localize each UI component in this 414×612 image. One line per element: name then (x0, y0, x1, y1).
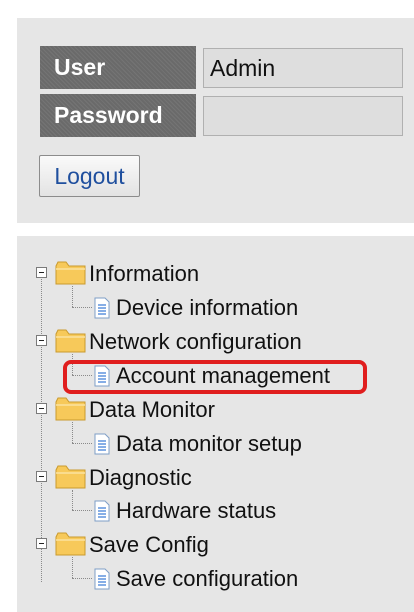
collapse-toggle-icon[interactable] (36, 267, 47, 278)
folder-icon (55, 261, 86, 285)
folder-icon (55, 397, 86, 421)
tree-item-save-configuration[interactable]: Save configuration (116, 566, 298, 592)
password-field[interactable] (203, 96, 403, 136)
tree-branch-line (72, 578, 92, 579)
tree-item-hardware-status[interactable]: Hardware status (116, 498, 276, 524)
user-field[interactable]: Admin (203, 48, 403, 88)
collapse-toggle-icon[interactable] (36, 538, 47, 549)
folder-icon (55, 329, 86, 353)
logout-button[interactable]: Logout (39, 155, 140, 197)
tree-item-data-monitor-setup[interactable]: Data monitor setup (116, 431, 302, 457)
tree-item-device-information[interactable]: Device information (116, 295, 298, 321)
highlight-annotation (63, 360, 367, 394)
tree-branch-line (72, 443, 92, 444)
document-icon (94, 433, 110, 455)
document-icon (94, 297, 110, 319)
tree-branch-line (72, 286, 73, 307)
tree-item-data-monitor[interactable]: Data Monitor (89, 397, 215, 423)
tree-branch-line (72, 422, 73, 443)
tree-branch-line (72, 490, 73, 510)
folder-icon (55, 465, 86, 489)
tree-branch-line (72, 510, 92, 511)
tree-item-information[interactable]: Information (89, 261, 199, 287)
tree-item-save-config[interactable]: Save Config (89, 532, 209, 558)
collapse-toggle-icon[interactable] (36, 471, 47, 482)
tree-branch-line (72, 557, 73, 578)
tree-item-diagnostic[interactable]: Diagnostic (89, 465, 192, 491)
document-icon (94, 568, 110, 590)
tree-branch-line (72, 307, 92, 308)
collapse-toggle-icon[interactable] (36, 335, 47, 346)
document-icon (94, 500, 110, 522)
user-label: User (40, 46, 196, 89)
tree-trunk-line (41, 276, 42, 582)
tree-item-network-configuration[interactable]: Network configuration (89, 329, 302, 355)
password-label: Password (40, 94, 196, 137)
collapse-toggle-icon[interactable] (36, 403, 47, 414)
login-panel: User Admin Password Logout (17, 18, 414, 223)
navigation-tree: Information Device information Network c… (17, 236, 414, 612)
folder-icon (55, 532, 86, 556)
